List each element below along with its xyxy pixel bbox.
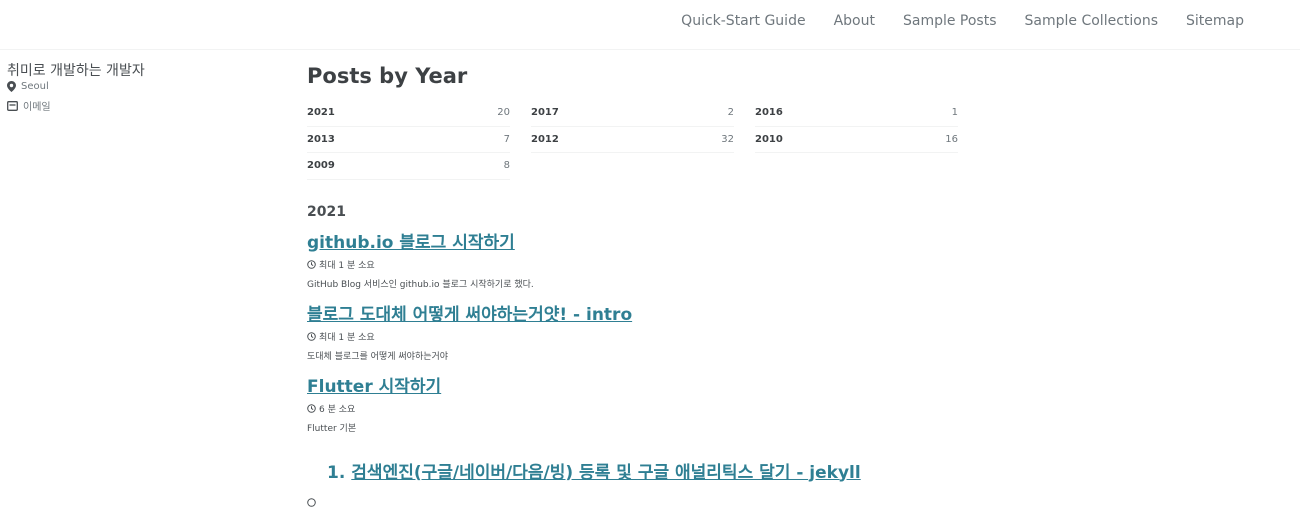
year-link-2013[interactable]: 2013 7 [307,127,510,153]
year-label: 2010 [755,133,783,145]
year-count: 2 [727,107,734,119]
post-excerpt: GitHub Blog 서비스인 github.io 블로그 시작하기로 했다. [307,279,534,290]
year-label: 2009 [307,160,335,172]
year-count: 1 [951,107,958,119]
clock-icon [307,403,316,413]
year-label: 2016 [755,107,783,119]
post-read-time-text: 최대 1 분 소요 [319,332,375,343]
post-title-link[interactable]: 블로그 도대체 어떻게 써야하는거얏! - intro [307,304,632,326]
author-location-text: Seoul [21,81,49,92]
clock-icon [307,259,316,269]
author-sidebar: 취미로 개발하는 개발자 Seoul 이메일 [7,62,247,113]
year-link-2010[interactable]: 2010 16 [755,127,958,153]
nav-sample-collections[interactable]: Sample Collections [1025,13,1159,29]
year-taxonomy-grid: 2021 20 2017 2 2016 1 2013 7 2012 32 201… [307,100,967,180]
year-link-2016[interactable]: 2016 1 [755,100,958,127]
year-link-2021[interactable]: 2021 20 [307,100,510,127]
post-excerpt: 도대체 블로그를 어떻게 써야하는거야 [307,351,449,362]
post-read-time: 최대 1 분 소요 [307,330,967,343]
ordered-post-number: 1. [327,462,346,483]
top-nav: Quick-Start Guide About Sample Posts Sam… [681,13,1244,29]
nav-quick-start-guide[interactable]: Quick-Start Guide [681,13,805,29]
post-item: Flutter 시작하기 6 분 소요 Flutter 기본 [307,376,967,434]
map-marker-icon [7,81,16,92]
nav-sample-posts[interactable]: Sample Posts [903,13,997,29]
author-location: Seoul [7,81,247,92]
year-label: 2012 [531,133,559,145]
clock-icon [307,497,316,507]
post-read-time-partial [307,497,967,510]
year-label: 2021 [307,107,335,119]
section-year-heading: 2021 [307,203,346,220]
post-read-time-text: 6 분 소요 [319,404,356,415]
post-read-time-text: 최대 1 분 소요 [319,260,375,271]
masthead: Quick-Start Guide About Sample Posts Sam… [0,0,1300,50]
nav-about[interactable]: About [834,13,875,29]
page-title: Posts by Year [307,64,468,88]
year-link-2017[interactable]: 2017 2 [531,100,734,127]
year-count: 8 [503,160,510,172]
author-email-link[interactable]: 이메일 [7,98,247,113]
post-item: 블로그 도대체 어떻게 써야하는거얏! - intro 최대 1 분 소요 도대… [307,304,967,362]
post-title-link[interactable]: github.io 블로그 시작하기 [307,232,515,254]
post-excerpt: Flutter 기본 [307,423,357,434]
year-link-2009[interactable]: 2009 8 [307,153,510,180]
year-count: 7 [503,133,510,145]
year-count: 20 [497,107,510,119]
author-name: 취미로 개발하는 개발자 [7,63,145,79]
year-link-2012[interactable]: 2012 32 [531,127,734,153]
author-email-label: 이메일 [23,102,51,113]
year-count: 32 [721,133,734,145]
year-label: 2017 [531,107,559,119]
post-item: github.io 블로그 시작하기 최대 1 분 소요 GitHub Blog… [307,232,967,290]
post-read-time: 최대 1 분 소요 [307,258,967,271]
envelope-icon [7,100,18,111]
clock-icon [307,331,316,341]
post-title-link[interactable]: Flutter 시작하기 [307,376,441,398]
main-content: Posts by Year 2021 20 2017 2 2016 1 2013… [307,60,967,510]
post-read-time: 6 분 소요 [307,402,967,415]
ordered-post-item: 1. 검색엔진(구글/네이버/다음/빙) 등록 및 구글 애널리틱스 달기 - … [307,462,967,484]
nav-sitemap[interactable]: Sitemap [1186,13,1244,29]
year-count: 16 [945,133,958,145]
year-label: 2013 [307,133,335,145]
ordered-post-title-link[interactable]: 검색엔진(구글/네이버/다음/빙) 등록 및 구글 애널리틱스 달기 - jek… [351,462,860,484]
